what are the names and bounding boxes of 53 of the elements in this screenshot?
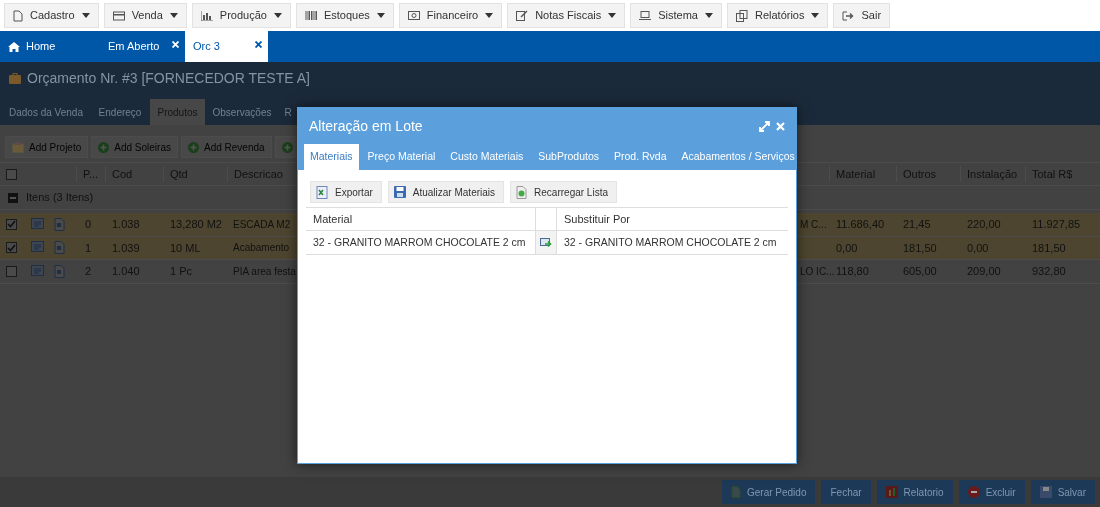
menu-button[interactable]: Relatórios: [726, 3, 829, 28]
table-cell-text: 11.686,40: [835, 217, 886, 232]
toolbar-button[interactable]: Atualizar Materiais: [387, 181, 505, 203]
tab[interactable]: Materiais: [304, 144, 359, 170]
table-cell-text: 32 - GRANITO MARROM CHOCOLATE 2 cm: [312, 234, 527, 250]
table-cell-text: 11.927,85: [1031, 217, 1082, 232]
tab[interactable]: Custo Materiais: [444, 144, 530, 170]
table-cell-text: 1: [84, 240, 93, 256]
menu-button[interactable]: Venda: [103, 3, 187, 28]
tab[interactable]: Dados da Venda: [2, 99, 90, 125]
table-cell-text: 0,00: [966, 240, 990, 256]
page-title: Orçamento Nr. #3 [FORNECEDOR TESTE A]: [27, 68, 310, 88]
table-cell-text: 181,50: [902, 240, 938, 256]
tab[interactable]: Orc 3: [185, 31, 268, 62]
tab[interactable]: Prod. Rvda: [608, 144, 673, 170]
tab[interactable]: Acabamentos / Serviços: [675, 144, 801, 170]
table-cell-text: 181,50: [1031, 240, 1067, 256]
tab[interactable]: Home: [0, 31, 100, 62]
tab[interactable]: Em Aberto: [100, 31, 185, 62]
footer-button[interactable]: Relatorio: [876, 480, 953, 504]
footer-button[interactable]: Gerar Pedido: [722, 480, 816, 504]
tab[interactable]: Observações: [205, 99, 279, 125]
table-cell-text: 13,280 M2: [169, 217, 223, 232]
footer-button[interactable]: Fechar: [821, 480, 871, 504]
toolbar-button[interactable]: Exportar: [310, 181, 382, 203]
table-cell-text: 1.039: [111, 240, 141, 256]
menu-button[interactable]: Produção: [191, 3, 291, 28]
dialog-title: Alteração em Lote: [309, 116, 423, 136]
table-cell-text: 1.038: [111, 217, 141, 232]
table-cell-text: Acabamento: [232, 241, 291, 256]
table-cell-text: 21,45: [902, 217, 932, 232]
toolbar-button[interactable]: Add Projeto: [5, 136, 89, 158]
tab[interactable]: Endereço: [90, 99, 150, 125]
tab[interactable]: R: [279, 99, 297, 125]
toolbar-button[interactable]: Recarregar Lista: [510, 181, 617, 203]
column-header: Material: [312, 211, 354, 227]
menu-button[interactable]: Estoques: [295, 3, 394, 28]
menu-button[interactable]: Sair: [833, 3, 891, 28]
tab[interactable]: SubProdutos: [532, 144, 605, 170]
table-cell-text: 32 - GRANITO MARROM CHOCOLATE 2 cm: [563, 234, 777, 250]
footer-button[interactable]: Salvar: [1030, 480, 1095, 504]
menu-button[interactable]: Notas Fiscais: [507, 3, 626, 28]
footer-button[interactable]: Excluir: [958, 480, 1025, 504]
menu-button[interactable]: Sistema: [630, 3, 722, 28]
menu-button[interactable]: Cadastro: [4, 3, 99, 28]
column-header: Substituir Por: [563, 211, 631, 227]
table-cell-text: 10 ML: [169, 240, 202, 256]
tab[interactable]: Preço Material: [361, 144, 442, 170]
toolbar-button[interactable]: Add Revenda: [180, 136, 272, 158]
table-cell-text: 220,00: [966, 217, 1002, 232]
toolbar-button[interactable]: Add Soleiras: [91, 136, 178, 158]
menu-button[interactable]: Financeiro: [398, 3, 503, 28]
table-cell-text: 0,00: [835, 240, 859, 256]
